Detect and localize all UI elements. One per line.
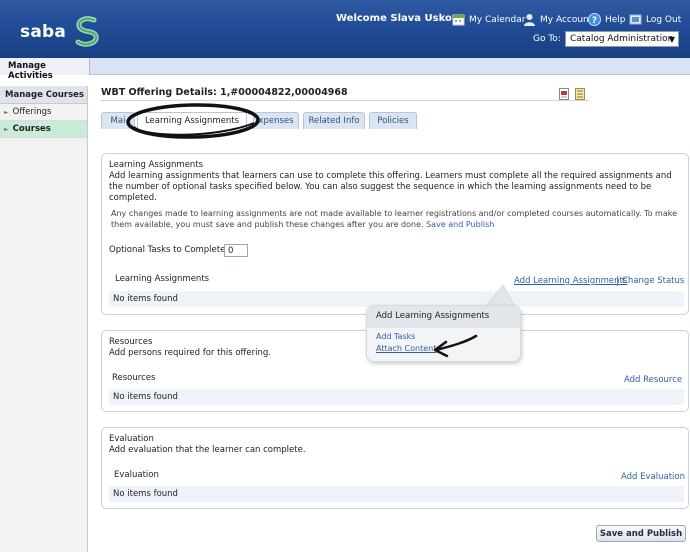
learning-list-label: Learning Assignments bbox=[115, 274, 210, 284]
evaluation-description: Add evaluation that the learner can comp… bbox=[109, 445, 306, 455]
resources-list-label: Resources bbox=[112, 373, 156, 383]
add-resource-link[interactable]: Add Resource bbox=[624, 375, 682, 385]
logout-link[interactable]: Log Out bbox=[629, 13, 681, 26]
my-account-link[interactable]: My Account bbox=[523, 13, 592, 26]
add-tasks-link[interactable]: Add Tasks bbox=[376, 332, 415, 341]
goto-select-value: Catalog Administration bbox=[570, 34, 674, 44]
user-icon bbox=[524, 14, 535, 26]
svg-text:?: ? bbox=[592, 16, 597, 26]
learning-section-title: Learning Assignments bbox=[109, 160, 204, 170]
goto-select[interactable]: Catalog Administration ▼ bbox=[565, 31, 679, 47]
learning-note: Any changes made to learning assignments… bbox=[111, 208, 685, 230]
my-account-label: My Account bbox=[540, 14, 593, 25]
callout-pointer bbox=[484, 285, 516, 307]
sidebar-item-label: Offerings bbox=[12, 107, 52, 117]
save-and-publish-link[interactable]: Save and Publish bbox=[426, 220, 494, 229]
my-calendar-label: My Calendar bbox=[469, 14, 526, 25]
sidebar: Manage Courses ► Offerings ► Courses bbox=[0, 86, 88, 552]
sidebar-item-label: Courses bbox=[12, 124, 51, 134]
change-status-link[interactable]: Change Status bbox=[622, 276, 684, 286]
sub-navigation-bar: Manage Activities bbox=[0, 58, 690, 81]
help-link[interactable]: ? Help bbox=[588, 13, 626, 26]
empty-message: No items found bbox=[113, 294, 178, 304]
welcome-text: Welcome Slava Uskov bbox=[336, 13, 459, 24]
arrow-annotation-icon bbox=[433, 334, 478, 358]
empty-message: No items found bbox=[113, 489, 178, 499]
learning-description: Add learning assignments that learners c… bbox=[109, 171, 672, 203]
saba-logo-icon bbox=[75, 16, 99, 47]
my-calendar-link[interactable]: My Calendar bbox=[452, 13, 525, 26]
evaluation-list-empty-row: No items found bbox=[109, 486, 684, 502]
empty-message: No items found bbox=[113, 392, 178, 402]
evaluation-section-title: Evaluation bbox=[109, 434, 154, 444]
pdf-icon[interactable] bbox=[559, 88, 569, 100]
sidebar-item-offerings[interactable]: ► Offerings bbox=[0, 104, 87, 121]
evaluation-list-label: Evaluation bbox=[114, 470, 159, 480]
tab-related-info-label: Related Info bbox=[308, 116, 360, 126]
notes-icon[interactable] bbox=[575, 88, 585, 100]
optional-tasks-input[interactable]: 0 bbox=[224, 244, 248, 257]
help-icon: ? bbox=[588, 13, 601, 26]
tab-expenses-label: xpenses bbox=[258, 116, 294, 126]
highlight-circle-annotation bbox=[126, 103, 260, 139]
logout-icon bbox=[629, 14, 642, 25]
saba-logo-text: saba bbox=[20, 22, 67, 42]
app-header: saba Welcome Slava Uskov My Calendar My … bbox=[0, 0, 690, 58]
resources-section-title: Resources bbox=[109, 337, 153, 347]
evaluation-panel: Evaluation Add evaluation that the learn… bbox=[101, 427, 689, 509]
goto-label: Go To: bbox=[533, 34, 561, 44]
sidebar-item-courses[interactable]: ► Courses bbox=[0, 121, 87, 138]
link-separator bbox=[617, 276, 618, 286]
attach-content-link[interactable]: Attach Content bbox=[376, 344, 436, 353]
chevron-right-icon: ► bbox=[4, 126, 9, 133]
learning-assignments-panel: Learning Assignments Add learning assign… bbox=[101, 153, 689, 315]
tab-policies-label: Policies bbox=[377, 116, 409, 126]
sidebar-heading: Manage Courses bbox=[0, 86, 87, 104]
popup-title: Add Learning Assignments bbox=[367, 306, 520, 328]
add-learning-assignments-link[interactable]: Add Learning Assignments bbox=[514, 276, 627, 286]
help-label: Help bbox=[605, 14, 626, 25]
optional-tasks-label: Optional Tasks to Complete bbox=[109, 245, 226, 255]
add-evaluation-link[interactable]: Add Evaluation bbox=[621, 472, 685, 482]
learning-note-text: Any changes made to learning assignments… bbox=[111, 209, 678, 229]
tab-policies[interactable]: Policies bbox=[369, 112, 417, 129]
manage-activities-tab[interactable]: Manage Activities bbox=[0, 58, 90, 81]
chevron-right-icon: ► bbox=[4, 109, 9, 116]
tab-related-info[interactable]: Related Info bbox=[303, 112, 365, 129]
page-title: WBT Offering Details: 1,#00004822,000049… bbox=[101, 87, 348, 98]
resources-list-empty-row: No items found bbox=[109, 389, 684, 405]
logout-label: Log Out bbox=[646, 14, 682, 25]
save-and-publish-button[interactable]: Save and Publish bbox=[596, 525, 686, 542]
calendar-icon bbox=[452, 14, 465, 26]
chevron-down-icon: ▼ bbox=[668, 35, 675, 44]
